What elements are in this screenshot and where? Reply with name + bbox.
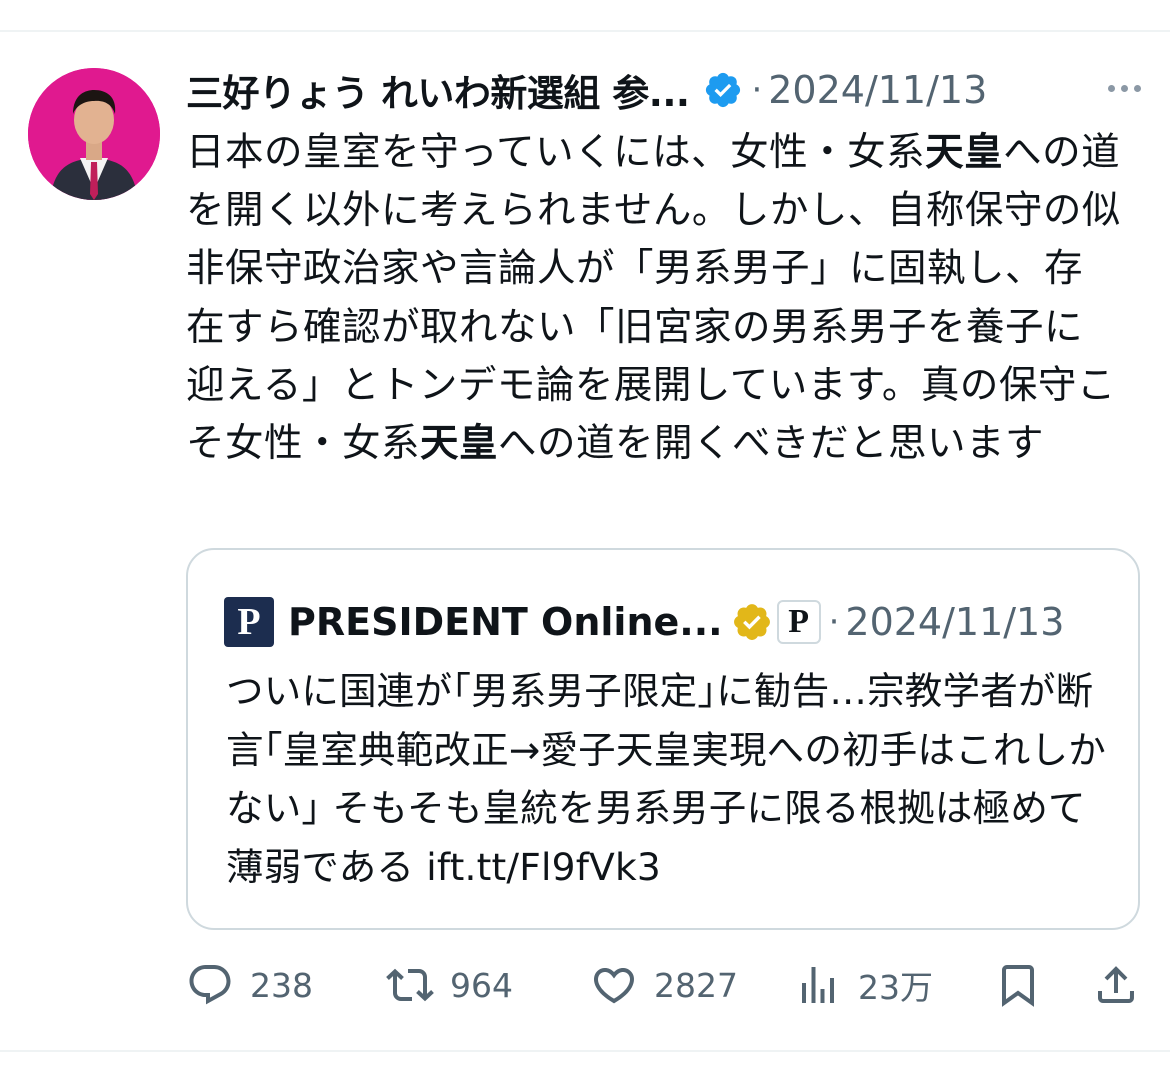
header-separator: · (751, 70, 763, 110)
bottom-divider (0, 1050, 1170, 1052)
retweet-icon (386, 968, 434, 1002)
quoted-tweet-text: ついに国連が｢男系男子限定｣に勧告…宗教学者が断言｢皇室典範改正→愛子天皇実現へ… (226, 669, 1106, 890)
views-chart-icon (802, 967, 834, 1003)
quoted-tweet-card[interactable]: P PRESIDENT Online... P · 2024/11/13 ついに… (186, 548, 1140, 930)
share-button[interactable] (1092, 955, 1140, 1015)
tweet-header: 三好りょう れいわ新選組 参... · 2024/11/13 (186, 62, 1146, 118)
tweet-text: 日本の皇室を守っていくには、女性・女系天皇への道を開く以外に考えられません。しか… (186, 124, 1121, 473)
bookmark-button[interactable] (994, 955, 1042, 1015)
tweet-text-part: 日本の皇室を守っていくには、女性・女系 (186, 130, 926, 175)
verified-badge-icon (706, 72, 741, 108)
quoted-separator: · (828, 602, 840, 642)
reply-button[interactable]: 238 (186, 955, 313, 1015)
quoted-date[interactable]: 2024/11/13 (845, 600, 1064, 644)
tweet-text-highlight: 天皇 (925, 130, 1004, 175)
author-name[interactable]: 三好りょう れいわ新選組 参... (186, 63, 690, 117)
quoted-author-name[interactable]: PRESIDENT Online... (288, 600, 723, 644)
avatar-photo (28, 68, 160, 200)
president-online-logo: P (224, 597, 274, 647)
more-horizontal-icon[interactable] (1102, 68, 1146, 108)
views-count: 23万 (858, 968, 933, 1007)
retweet-count: 964 (450, 965, 513, 1005)
retweet-button[interactable]: 964 (386, 955, 513, 1015)
bookmark-icon (1002, 965, 1034, 1007)
gold-verified-badge-icon (733, 604, 770, 640)
avatar[interactable] (28, 68, 160, 200)
tweet-date[interactable]: 2024/11/13 (768, 68, 987, 112)
reply-icon (189, 965, 231, 1005)
like-button[interactable]: 2827 (590, 955, 738, 1015)
share-icon (1098, 966, 1134, 1003)
action-bar: 238 964 2827 23万 (186, 955, 1146, 1015)
tweet-text-part: への道を開く以外に考えられません。しかし、自称保守の似非保守政治家や言論人が「男… (186, 130, 1121, 467)
affiliate-logo: P (776, 600, 821, 644)
top-divider (0, 30, 1170, 32)
quoted-tweet-header: P PRESIDENT Online... P · 2024/11/13 (224, 596, 1064, 648)
like-count: 2827 (654, 965, 738, 1005)
tweet-text-part: への道を開くべきだと思います (498, 421, 1045, 467)
views-button[interactable]: 23万 (794, 955, 933, 1015)
reply-count: 238 (250, 965, 313, 1005)
tweet-text-highlight: 天皇 (420, 421, 499, 467)
heart-icon (593, 968, 635, 1004)
